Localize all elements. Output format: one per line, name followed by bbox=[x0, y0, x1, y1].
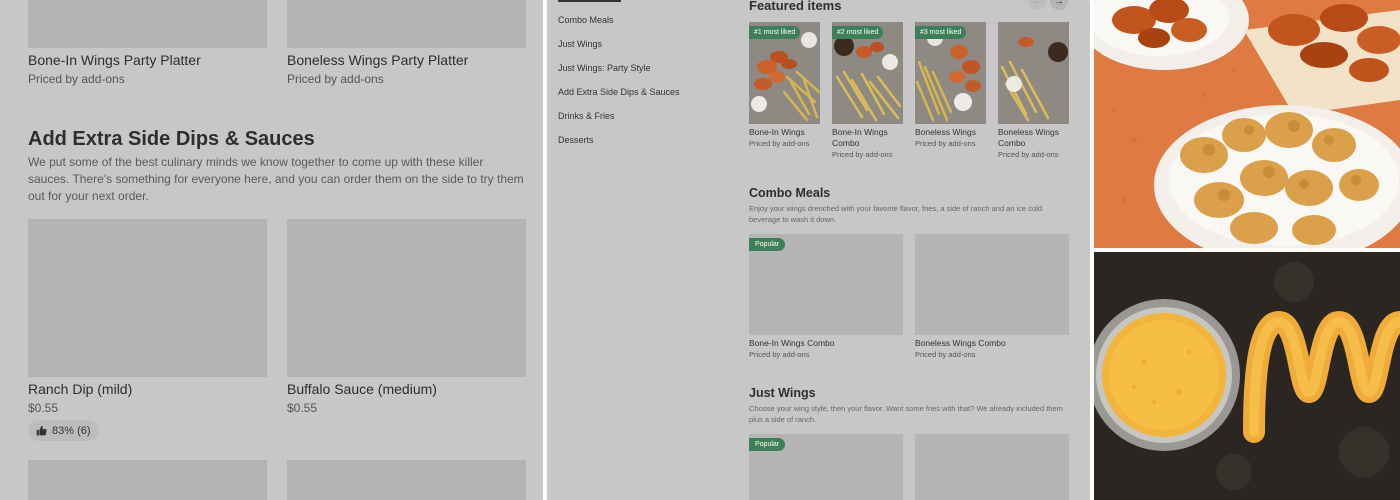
featured-item-price: Priced by add-ons bbox=[998, 150, 1059, 159]
item-name[interactable]: Boneless Wings Party Platter bbox=[287, 52, 468, 68]
wings-plates-photo bbox=[1094, 0, 1400, 248]
nav-item-combo-meals[interactable]: Combo Meals bbox=[558, 15, 614, 25]
combo-photo: #2 most liked bbox=[832, 22, 903, 124]
featured-item-name: Boneless Wings Combo bbox=[998, 127, 1059, 148]
item-name[interactable]: Bone-In Wings Combo bbox=[749, 338, 835, 348]
item-image-placeholder[interactable] bbox=[287, 219, 526, 377]
section-description: Enjoy your wings drenched with your favo… bbox=[749, 204, 1043, 224]
item-price: Priced by add-ons bbox=[915, 350, 976, 359]
item-image-placeholder[interactable]: Popular bbox=[749, 434, 903, 500]
nav-item-side-dips[interactable]: Add Extra Side Dips & Sauces bbox=[558, 87, 680, 97]
boneless-combo-photo bbox=[998, 22, 1069, 124]
nav-item-party-style[interactable]: Just Wings: Party Style bbox=[558, 63, 651, 73]
nav-active-indicator bbox=[558, 0, 621, 2]
section-description: We put some of the best culinary minds w… bbox=[28, 155, 524, 203]
carousel-next-button[interactable]: → bbox=[1050, 0, 1068, 10]
item-image-placeholder[interactable] bbox=[28, 0, 267, 48]
thumbs-up-icon bbox=[36, 425, 47, 436]
featured-card[interactable]: Boneless Wings Combo Priced by add-ons bbox=[998, 22, 1069, 159]
rating-badge: 83% (6) bbox=[28, 420, 99, 441]
nav-item-desserts[interactable]: Desserts bbox=[558, 135, 594, 145]
rank-badge: #3 most liked bbox=[915, 26, 967, 39]
section-title: Add Extra Side Dips & Sauces bbox=[28, 128, 315, 150]
nav-item-drinks-fries[interactable]: Drinks & Fries bbox=[558, 111, 615, 121]
popular-badge: Popular bbox=[749, 238, 786, 251]
item-name[interactable]: Bone-In Wings Party Platter bbox=[28, 52, 201, 68]
item-name[interactable]: Buffalo Sauce (medium) bbox=[287, 381, 437, 397]
featured-card[interactable]: #3 most liked Boneless Wings Priced by a… bbox=[915, 22, 986, 148]
menu-panel-middle: Combo Meals Just Wings Just Wings: Party… bbox=[547, 0, 1090, 500]
featured-item-price: Priced by add-ons bbox=[832, 150, 893, 159]
rank-badge: #1 most liked bbox=[749, 26, 801, 39]
item-price: Priced by add-ons bbox=[28, 72, 125, 86]
boneless-wings-photo: #3 most liked bbox=[915, 22, 986, 124]
wings-fries-photo: #1 most liked bbox=[749, 22, 820, 124]
featured-item-name: Bone-In Wings Combo bbox=[832, 127, 888, 148]
featured-item-name: Bone-In Wings bbox=[749, 127, 805, 137]
item-image-placeholder[interactable] bbox=[915, 434, 1069, 500]
arrow-right-icon: → bbox=[1054, 0, 1064, 7]
item-price: $0.55 bbox=[28, 401, 59, 415]
item-name[interactable]: Ranch Dip (mild) bbox=[28, 381, 132, 397]
carousel-prev-button[interactable]: ← bbox=[1028, 0, 1046, 10]
section-title: Combo Meals bbox=[749, 186, 831, 200]
item-price: Priced by add-ons bbox=[287, 72, 384, 86]
item-price: Priced by add-ons bbox=[749, 350, 810, 359]
featured-title: Featured items bbox=[749, 0, 842, 13]
item-image-placeholder[interactable] bbox=[28, 219, 267, 377]
item-image-placeholder[interactable] bbox=[915, 234, 1069, 335]
featured-item-price: Priced by add-ons bbox=[915, 139, 976, 148]
section-title: Just Wings bbox=[749, 386, 816, 400]
sauce-bowl-photo bbox=[1094, 252, 1400, 500]
section-description: Choose your wing style, then your flavor… bbox=[749, 404, 1063, 424]
item-image-placeholder[interactable] bbox=[287, 460, 526, 500]
featured-item-price: Priced by add-ons bbox=[749, 139, 810, 148]
menu-panel-left: Bone-In Wings Party Platter Priced by ad… bbox=[0, 0, 543, 500]
arrow-left-icon: ← bbox=[1032, 0, 1042, 7]
item-name[interactable]: Boneless Wings Combo bbox=[915, 338, 1006, 348]
featured-item-name: Boneless Wings bbox=[915, 127, 976, 137]
item-image-placeholder[interactable]: Popular bbox=[749, 234, 903, 335]
featured-card[interactable]: #1 most liked Bone-In Wings Priced by ad… bbox=[749, 22, 820, 148]
item-image-placeholder[interactable] bbox=[28, 460, 267, 500]
featured-card[interactable]: #2 most liked Bone-In Wings Combo Priced… bbox=[832, 22, 903, 159]
nav-item-just-wings[interactable]: Just Wings bbox=[558, 39, 602, 49]
popular-badge: Popular bbox=[749, 438, 786, 451]
rating-value: 83% (6) bbox=[52, 424, 91, 437]
item-image-placeholder[interactable] bbox=[287, 0, 526, 48]
rank-badge: #2 most liked bbox=[832, 26, 884, 39]
item-price: $0.55 bbox=[287, 401, 318, 415]
